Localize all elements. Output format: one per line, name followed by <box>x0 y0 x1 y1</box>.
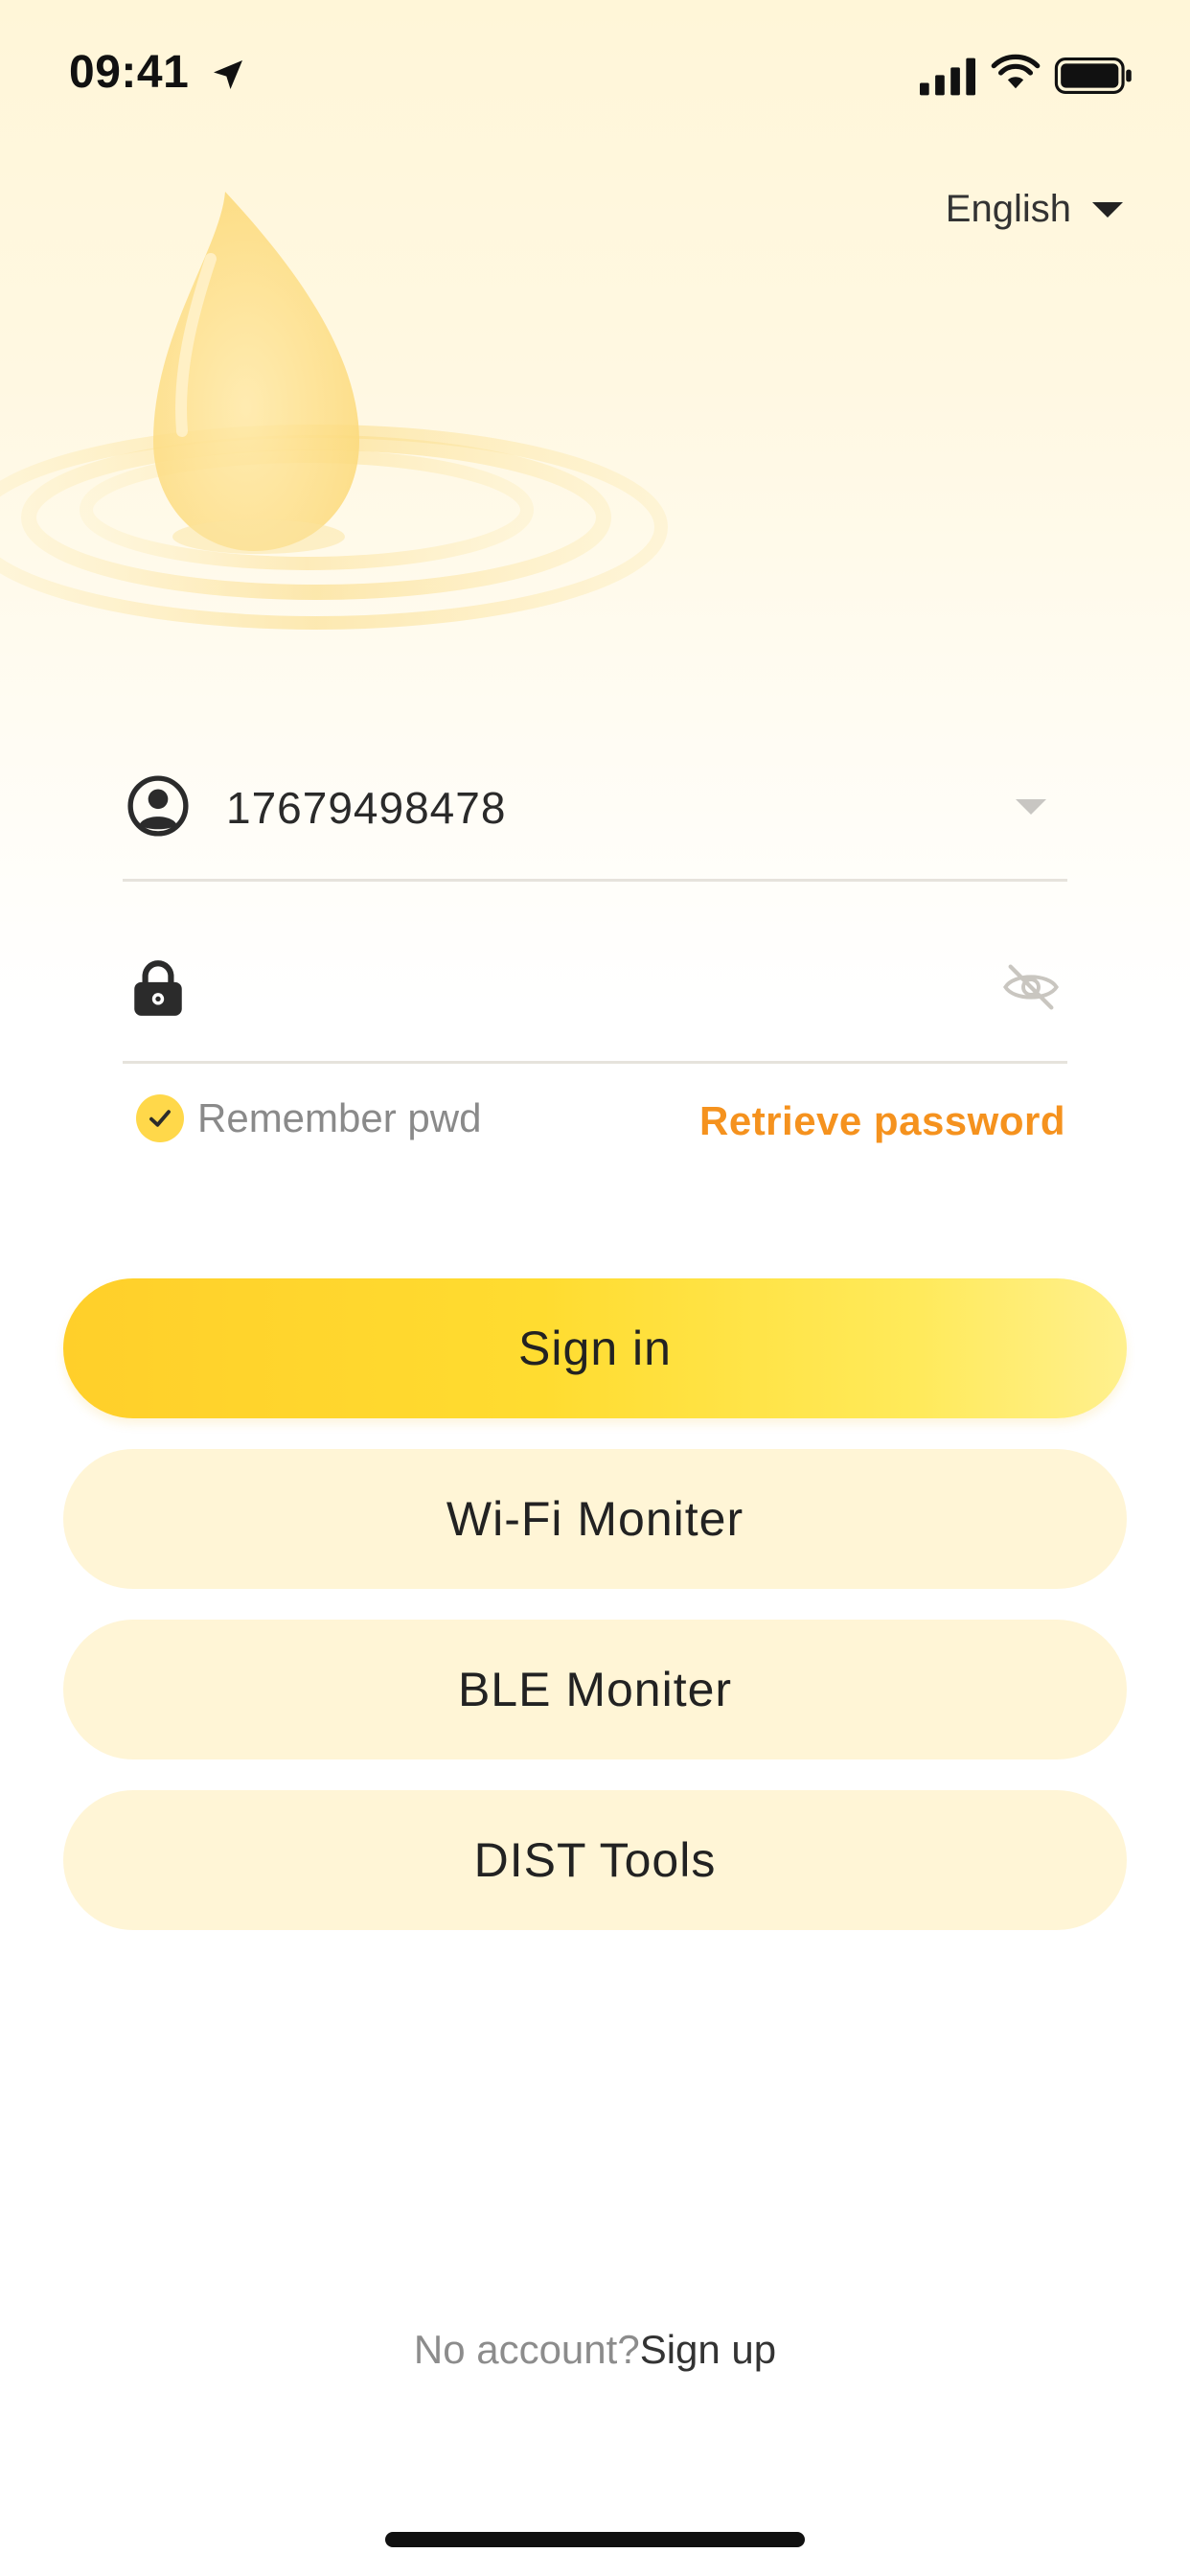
remember-password-toggle[interactable]: Remember pwd <box>136 1094 481 1142</box>
ble-monitor-button[interactable]: BLE Moniter <box>63 1620 1127 1760</box>
eye-slash-icon[interactable] <box>1000 960 1062 1014</box>
sign-in-button[interactable]: Sign in <box>63 1278 1127 1418</box>
account-field[interactable]: 17679498478 <box>123 728 1067 882</box>
signup-prompt: No account?Sign up <box>0 2327 1190 2373</box>
checkmark-icon <box>149 1110 171 1127</box>
signal-icon <box>920 58 975 96</box>
dist-tools-button[interactable]: DIST Tools <box>63 1790 1127 1930</box>
password-input[interactable] <box>226 953 954 1029</box>
lock-icon <box>134 960 182 1016</box>
sign-up-link[interactable]: Sign up <box>640 2327 776 2372</box>
battery-icon <box>1054 58 1132 94</box>
wifi-icon <box>991 54 1041 89</box>
language-selector[interactable]: English <box>946 188 1123 231</box>
chevron-down-icon <box>1092 201 1123 218</box>
retrieve-password-link[interactable]: Retrieve password <box>699 1098 1065 1144</box>
wifi-monitor-button[interactable]: Wi-Fi Moniter <box>63 1449 1127 1589</box>
login-screen: 09:41 English 17679498478 Remember pwd R… <box>0 0 1190 2576</box>
status-bar: 09:41 <box>0 0 1190 144</box>
water-drop-illustration <box>0 192 668 630</box>
no-account-text: No account? <box>413 2327 640 2372</box>
language-label: English <box>945 188 1071 230</box>
home-indicator[interactable] <box>385 2532 805 2547</box>
password-field[interactable] <box>123 910 1067 1064</box>
remember-checkbox[interactable] <box>136 1094 184 1142</box>
location-arrow-icon <box>214 60 242 89</box>
account-input[interactable]: 17679498478 <box>226 782 506 834</box>
account-dropdown-chevron-icon[interactable] <box>1016 799 1046 815</box>
remember-label: Remember pwd <box>197 1095 482 1140</box>
status-time: 09:41 <box>69 47 190 98</box>
user-circle-icon <box>127 775 189 837</box>
